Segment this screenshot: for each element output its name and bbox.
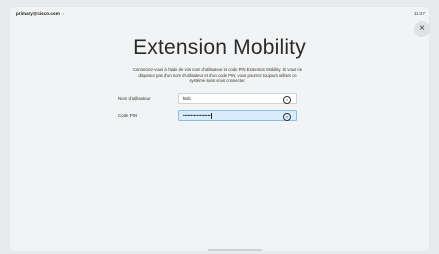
login-screen: primary@cisco.com > 11:27 × Extension Mo…	[10, 7, 430, 251]
clear-pin-button[interactable]: ×	[283, 112, 291, 121]
account-menu[interactable]: primary@cisco.com >	[16, 11, 64, 16]
instructions-text: Connectez-vous à l'aide de vos nom d'uti…	[132, 67, 303, 84]
page-title: Extension Mobility	[133, 36, 306, 59]
clock: 11:27	[413, 11, 425, 16]
pin-row: Code PIN •••••••••••••••••• ×	[118, 109, 318, 122]
home-indicator	[208, 249, 262, 251]
account-label: primary@cisco.com	[16, 11, 60, 16]
top-bar: primary@cisco.com > 11:27	[10, 7, 429, 19]
close-icon: ×	[419, 23, 425, 34]
pin-label: Code PIN	[118, 113, 138, 118]
chevron-right-icon: >	[61, 11, 65, 16]
username-label: Nom d'utilisateur	[118, 96, 151, 101]
username-value: Bob	[183, 96, 191, 101]
clear-icon: ×	[285, 96, 289, 102]
clear-username-button[interactable]: ×	[283, 95, 291, 104]
clear-icon: ×	[285, 113, 289, 119]
username-field[interactable]: Bob ×	[178, 93, 297, 104]
close-button[interactable]: ×	[414, 21, 430, 37]
pin-value: ••••••••••••••••••	[183, 113, 211, 118]
text-caret	[211, 112, 212, 119]
username-row: Nom d'utilisateur Bob ×	[118, 92, 318, 105]
pin-field[interactable]: •••••••••••••••••• ×	[178, 110, 297, 121]
